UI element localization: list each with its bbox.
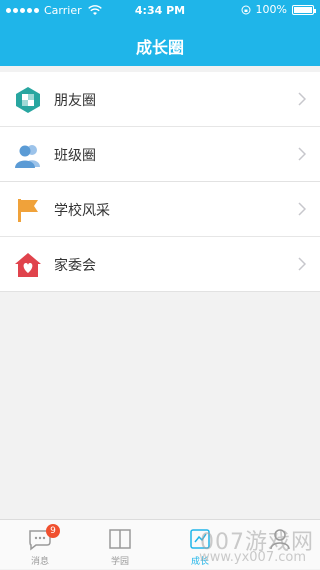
menu-item-parent-committee[interactable]: 家委会 [0, 237, 320, 292]
chevron-right-icon [298, 257, 306, 271]
unread-badge: 9 [46, 524, 60, 538]
tab-school[interactable]: 学园 [80, 520, 160, 570]
menu-item-class-circle[interactable]: 班级圈 [0, 127, 320, 182]
tab-label: 消息 [30, 557, 49, 567]
menu-item-label: 家委会 [54, 258, 96, 274]
watermark-url: www.yx007.com [199, 550, 306, 565]
menu-item-label: 班级圈 [54, 148, 96, 164]
page-title: 成长圈 [135, 38, 184, 57]
battery-icon [292, 4, 316, 15]
class-circle-icon [15, 145, 40, 168]
menu-item-label: 朋友圈 [54, 93, 96, 109]
menu-group-1: 朋友圈 班级圈 [0, 72, 320, 182]
school-flag-icon [18, 199, 38, 222]
parent-committee-icon [15, 253, 41, 277]
menu-group-2: 学校风采 家委会 [0, 182, 320, 292]
battery-percent: 100% [255, 3, 287, 16]
tab-messages[interactable]: 9 消息 [0, 520, 80, 570]
menu-item-label: 学校风采 [54, 203, 110, 219]
chevron-right-icon [298, 92, 306, 106]
orientation-lock-icon [241, 5, 251, 14]
chevron-right-icon [298, 202, 306, 216]
navigation-bar: 成长圈 [0, 22, 320, 66]
tab-label: 学园 [110, 557, 129, 567]
status-bar: Carrier 4:34 PM 100% [0, 0, 320, 22]
menu-item-school-style[interactable]: 学校风采 [0, 182, 320, 237]
book-icon [109, 529, 131, 549]
friends-circle-icon [16, 87, 40, 113]
chevron-right-icon [298, 147, 306, 161]
menu-item-friends-circle[interactable]: 朋友圈 [0, 72, 320, 127]
status-right: 100% [241, 3, 316, 16]
